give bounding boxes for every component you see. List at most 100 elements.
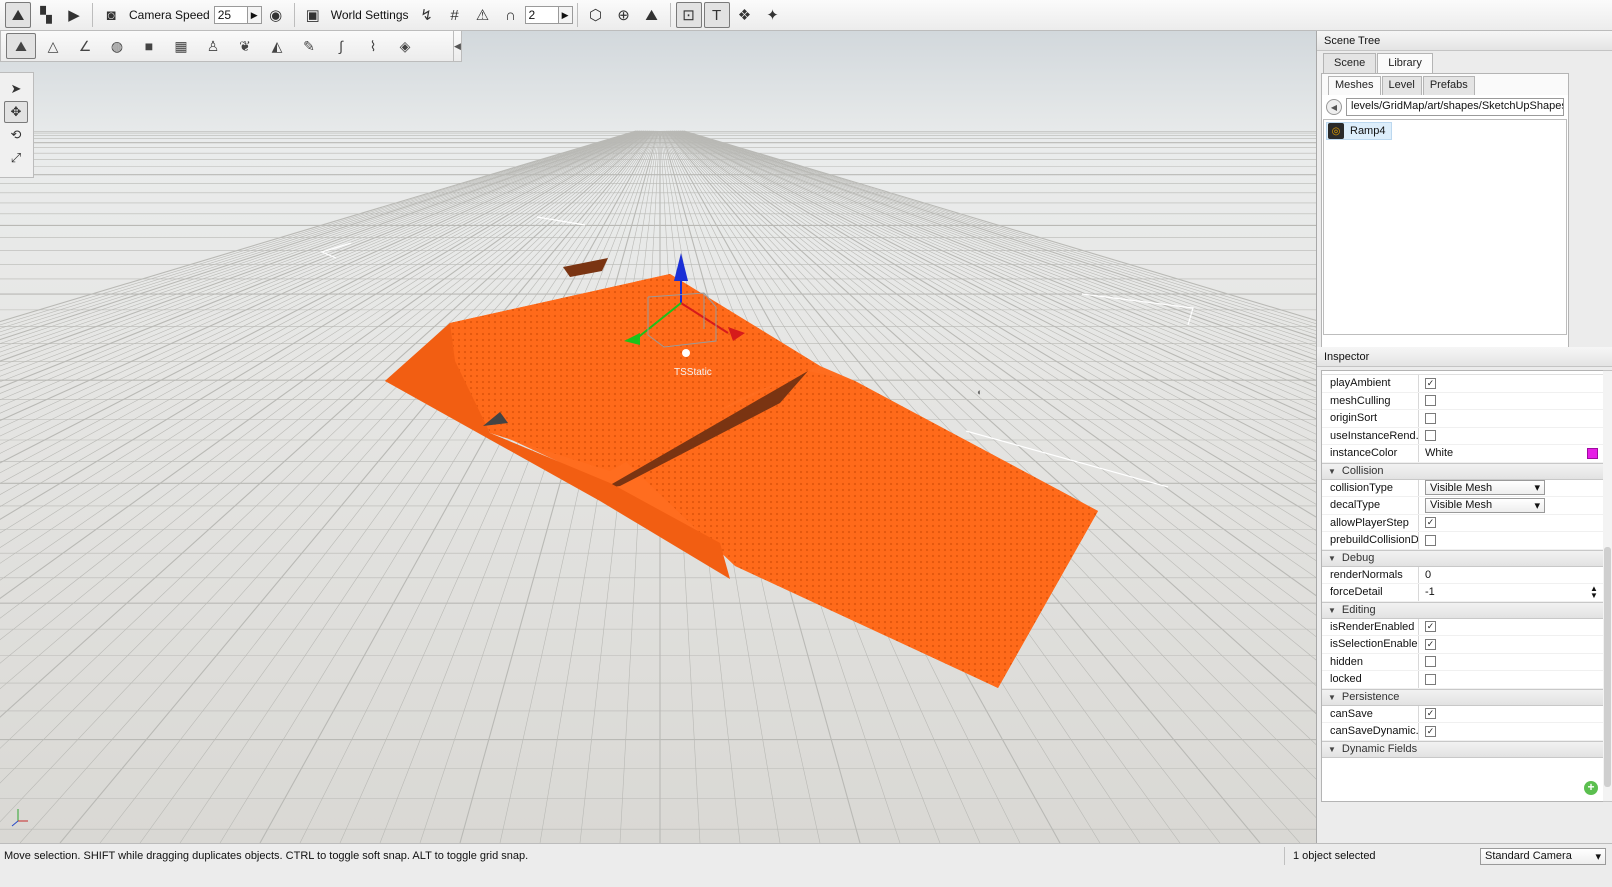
navmesh-icon[interactable]: ⌇: [358, 33, 388, 59]
world-editor-icon[interactable]: ⛰: [5, 2, 31, 28]
can-save-dynamic-checkbox[interactable]: ✓: [1425, 725, 1436, 737]
group-editing[interactable]: ▼ Editing: [1322, 601, 1604, 619]
back-arrow-icon[interactable]: ◀: [1326, 99, 1342, 115]
tab-scene[interactable]: Scene: [1323, 53, 1377, 73]
dropdown-arrow-icon: ▾: [1534, 499, 1540, 512]
grid-snap-icon[interactable]: #: [442, 2, 468, 28]
prebuild-collision-checkbox[interactable]: [1425, 534, 1436, 546]
scale-icon[interactable]: ⤢: [4, 147, 28, 169]
mesh-road-icon[interactable]: ◭: [262, 33, 292, 59]
prefab-icon[interactable]: ❖: [732, 2, 758, 28]
group-persistence[interactable]: ▼ Persistence: [1322, 688, 1604, 706]
tab-prefabs[interactable]: Prefabs: [1422, 76, 1475, 95]
locked-checkbox[interactable]: [1425, 673, 1436, 685]
road-editor-icon[interactable]: ∫: [326, 33, 356, 59]
snap-rotate-icon[interactable]: ↯: [414, 2, 440, 28]
spinner-icon[interactable]: ▲ ▼: [1588, 585, 1600, 600]
mesh-culling-checkbox[interactable]: [1425, 395, 1436, 407]
play-ambient-checkbox[interactable]: ✓: [1425, 377, 1436, 389]
drop-object-icon[interactable]: ⛰: [639, 2, 665, 28]
mesh-list: ◎ Ramp4: [1323, 119, 1567, 335]
prop-prebuild-collision: prebuildCollisionD...: [1322, 532, 1604, 550]
terrain-editor-icon[interactable]: △: [38, 33, 68, 59]
mesh-icon: ◎: [1328, 123, 1344, 139]
allow-player-step-checkbox[interactable]: ✓: [1425, 517, 1436, 529]
play-icon[interactable]: ▶: [61, 2, 87, 28]
text-labels-icon[interactable]: T: [703, 2, 730, 28]
rotate-icon[interactable]: ⟲: [4, 124, 28, 146]
library-sub-tabs: Meshes Level Prefabs: [1322, 74, 1568, 95]
datablock-editor-icon[interactable]: ▦: [166, 33, 196, 59]
3d-viewport[interactable]: TSStatic ◐: [0, 31, 1316, 843]
collapse-toolbar-icon[interactable]: ◀: [453, 31, 461, 61]
tab-meshes[interactable]: Meshes: [1328, 76, 1381, 95]
snap-size-arrow-icon[interactable]: ▶: [558, 6, 573, 24]
group-collision[interactable]: ▼ Collision: [1322, 462, 1604, 480]
light-icon: ◐: [977, 387, 982, 397]
decal-type-select[interactable]: Visible Mesh ▾: [1425, 497, 1545, 513]
screenshot-icon[interactable]: ▣: [300, 2, 326, 28]
select-arrow-icon[interactable]: ➤: [4, 78, 28, 100]
selection-center-icon[interactable]: ⊡: [675, 2, 702, 28]
gui-editor-icon[interactable]: ▚: [33, 2, 59, 28]
toolbar-divider: [576, 3, 578, 27]
prop-play-ambient: playAmbient ✓: [1322, 375, 1604, 393]
object-label: TSStatic: [674, 367, 712, 378]
camera-speed-arrow-icon[interactable]: ▶: [247, 6, 262, 24]
mesh-item-label: Ramp4: [1350, 125, 1386, 137]
inspector-panel: Inspector playAmbient ✓ meshCulling orig…: [1317, 347, 1612, 843]
camera-icon[interactable]: ◙: [98, 2, 124, 28]
terrain-painter-icon[interactable]: ∠: [70, 33, 100, 59]
magnet-icon[interactable]: ∩: [498, 2, 524, 28]
scene-tree-title: Scene Tree: [1317, 31, 1612, 51]
color-swatch[interactable]: [1587, 448, 1598, 459]
river-editor-icon[interactable]: ✎: [294, 33, 324, 59]
origin-sort-checkbox[interactable]: [1425, 412, 1436, 424]
visibility-icon[interactable]: ◉: [263, 2, 289, 28]
use-instance-render-checkbox[interactable]: [1425, 430, 1436, 442]
object-editor-icon[interactable]: ⛰: [6, 33, 36, 59]
list-item[interactable]: ◎ Ramp4: [1326, 122, 1393, 140]
shape-editor-icon[interactable]: ◈: [390, 33, 420, 59]
camera-mode-select[interactable]: Standard Camera ▾: [1480, 847, 1606, 865]
viewport-canvas[interactable]: TSStatic ◐: [0, 31, 1316, 843]
sketch-icon[interactable]: ■: [134, 33, 164, 59]
prop-locked: locked: [1322, 671, 1604, 689]
prop-is-render-enabled: isRenderEnabled ✓: [1322, 618, 1604, 636]
can-save-checkbox[interactable]: ✓: [1425, 708, 1436, 720]
gizmo-palette: ➤ ✥ ⟲ ⤢: [0, 72, 34, 178]
world-editor: TSStatic ◐ ⛰ ▚ ▶ ◙ Camera Speed 25 ▶ ◉ ▣: [0, 0, 1612, 887]
group-debug[interactable]: ▼ Debug: [1322, 549, 1604, 567]
collision-type-select[interactable]: Visible Mesh ▾: [1425, 480, 1545, 496]
render-normals-field[interactable]: 0: [1419, 567, 1604, 584]
add-field-icon[interactable]: +: [1584, 781, 1598, 795]
forest-editor-icon[interactable]: ❦: [230, 33, 260, 59]
prefab-explode-icon[interactable]: ✦: [760, 2, 786, 28]
material-editor-icon[interactable]: ◍: [102, 33, 132, 59]
force-detail-field[interactable]: -1: [1425, 586, 1435, 598]
prop-can-save-dynamic: canSaveDynamic... ✓: [1322, 723, 1604, 741]
is-selection-enabled-checkbox[interactable]: ✓: [1425, 638, 1436, 650]
instance-color-value[interactable]: White: [1425, 447, 1453, 459]
move-icon[interactable]: ✥: [4, 101, 28, 123]
tab-library[interactable]: Library: [1377, 53, 1433, 74]
path-bar: ◀ levels/GridMap/art/shapes/SketchUpShap…: [1322, 95, 1568, 119]
object-snap-icon[interactable]: ⬡: [583, 2, 609, 28]
bounds-center-icon[interactable]: ⊕: [611, 2, 637, 28]
camera-speed-input[interactable]: 25: [213, 6, 248, 24]
snap-size-input[interactable]: 2: [524, 6, 559, 24]
tab-level[interactable]: Level: [1381, 76, 1422, 95]
terrain-snap-icon[interactable]: ⚠: [470, 2, 496, 28]
group-dynamic-fields[interactable]: ▼ Dynamic Fields: [1322, 740, 1604, 758]
path-field[interactable]: levels/GridMap/art/shapes/SketchUpShapes: [1346, 98, 1564, 116]
prop-collision-type: collisionType Visible Mesh ▾: [1322, 479, 1604, 497]
decal-editor-icon[interactable]: ♙: [198, 33, 228, 59]
scrollbar-thumb[interactable]: [1604, 547, 1611, 787]
collapse-triangle-icon: ▼: [1328, 692, 1336, 702]
prop-can-save: canSave ✓: [1322, 705, 1604, 723]
is-render-enabled-checkbox[interactable]: ✓: [1425, 621, 1436, 633]
hidden-checkbox[interactable]: [1425, 656, 1436, 668]
inspector-scrollbar[interactable]: [1603, 370, 1612, 802]
world-settings-button[interactable]: World Settings: [327, 8, 413, 22]
toolbar-divider: [293, 3, 295, 27]
